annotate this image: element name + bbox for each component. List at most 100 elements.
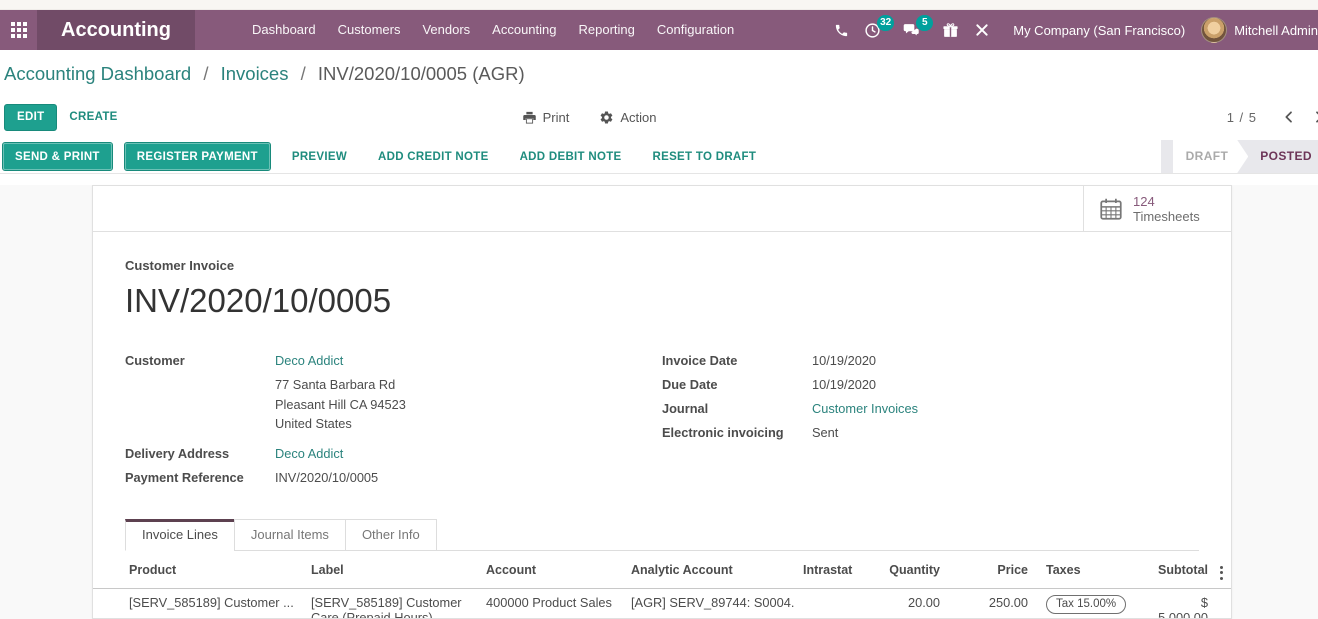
payment-reference-value: INV/2020/10/0005	[275, 466, 378, 490]
column-header-analytic-account[interactable]: Analytic Account	[623, 551, 795, 589]
app-name-accounting[interactable]: Accounting	[37, 10, 195, 50]
register-payment-button[interactable]: REGISTER PAYMENT	[125, 143, 270, 170]
apps-menu-button[interactable]	[0, 10, 37, 50]
tab-invoice-lines[interactable]: Invoice Lines	[125, 519, 235, 551]
menu-dashboard[interactable]: Dashboard	[241, 10, 327, 50]
add-credit-note-button[interactable]: ADD CREDIT NOTE	[369, 143, 498, 170]
company-switcher[interactable]: My Company (San Francisco)	[1013, 23, 1185, 38]
control-panel: Accounting Dashboard / Invoices / INV/20…	[0, 50, 1318, 140]
calendar-icon	[1098, 196, 1124, 222]
timesheets-stat-button[interactable]: 124 Timesheets	[1083, 186, 1231, 231]
gift-icon[interactable]	[942, 22, 959, 39]
delivery-address-label: Delivery Address	[125, 442, 275, 466]
send-and-print-button[interactable]: SEND & PRINT	[3, 143, 112, 170]
payment-reference-label: Payment Reference	[125, 466, 275, 490]
cell-quantity: 20.00	[870, 588, 948, 619]
invoice-line-row[interactable]: [SERV_585189] Customer ... [SERV_585189]…	[93, 588, 1232, 619]
invoice-sheet: 124 Timesheets Customer Invoice INV/2020…	[92, 185, 1232, 619]
form-view-background: 124 Timesheets Customer Invoice INV/2020…	[0, 185, 1318, 619]
tab-other-info[interactable]: Other Info	[345, 519, 437, 551]
customer-address-line: United States	[275, 414, 406, 434]
menu-vendors[interactable]: Vendors	[411, 10, 481, 50]
document-type-label: Customer Invoice	[125, 258, 1199, 273]
reset-to-draft-button[interactable]: RESET TO DRAFT	[644, 143, 766, 170]
breadcrumb: Accounting Dashboard / Invoices / INV/20…	[0, 50, 1318, 94]
breadcrumb-accounting-dashboard[interactable]: Accounting Dashboard	[4, 63, 191, 84]
add-debit-note-button[interactable]: ADD DEBIT NOTE	[511, 143, 631, 170]
column-header-product[interactable]: Product	[93, 551, 303, 589]
voip-phone-icon[interactable]	[834, 23, 849, 38]
print-button[interactable]: Print	[522, 110, 570, 125]
breadcrumb-current: INV/2020/10/0005 (AGR)	[318, 63, 525, 84]
pager: 1 / 5	[1227, 109, 1318, 125]
cell-product: [SERV_585189] Customer ...	[93, 588, 303, 619]
apps-grid-icon	[11, 22, 27, 38]
edit-button[interactable]: EDIT	[4, 104, 57, 131]
invoice-lines-table: Product Label Account Analytic Account I…	[93, 551, 1231, 619]
invoice-date-value: 10/19/2020	[812, 349, 876, 373]
sheet-body: Customer Invoice INV/2020/10/0005 Custom…	[93, 232, 1231, 619]
field-groups: Customer Deco Addict 77 Santa Barbara Rd…	[125, 349, 1199, 490]
field-group-right: Invoice Date 10/19/2020 Due Date 10/19/2…	[662, 349, 1199, 490]
preview-button[interactable]: PREVIEW	[283, 143, 356, 170]
user-menu[interactable]: Mitchell Admin	[1234, 23, 1318, 38]
tab-journal-items[interactable]: Journal Items	[234, 519, 346, 551]
pager-next-icon[interactable]	[1311, 109, 1318, 125]
pager-counter: 1 / 5	[1227, 110, 1257, 125]
cell-price: 250.00	[948, 588, 1036, 619]
print-label: Print	[543, 110, 570, 125]
action-button[interactable]: Action	[599, 110, 656, 125]
cell-account: 400000 Product Sales	[478, 588, 623, 619]
tax-badge: Tax 15.00%	[1046, 595, 1126, 614]
breadcrumb-separator: /	[301, 63, 306, 84]
statusbar-buttons: SEND & PRINT REGISTER PAYMENT PREVIEW AD…	[3, 143, 765, 170]
pager-previous-icon[interactable]	[1281, 109, 1297, 125]
breadcrumb-invoices[interactable]: Invoices	[221, 63, 289, 84]
invoice-date-label: Invoice Date	[662, 349, 812, 373]
journal-link[interactable]: Customer Invoices	[812, 401, 918, 416]
activities-badge: 32	[877, 15, 894, 31]
column-header-quantity[interactable]: Quantity	[870, 551, 948, 589]
kebab-icon	[1218, 563, 1225, 582]
menu-customers[interactable]: Customers	[327, 10, 412, 50]
menu-accounting[interactable]: Accounting	[481, 10, 567, 50]
browser-top-strip	[0, 0, 1318, 10]
state-draft: DRAFT	[1173, 140, 1249, 173]
field-invoice-date: Invoice Date 10/19/2020	[662, 349, 1199, 373]
messages-chat-icon[interactable]: 5	[903, 22, 920, 39]
field-journal: Journal Customer Invoices	[662, 397, 1199, 421]
user-avatar[interactable]	[1201, 17, 1227, 43]
activities-clock-icon[interactable]: 32	[864, 22, 881, 39]
action-label: Action	[620, 110, 656, 125]
timesheets-label: Timesheets	[1133, 209, 1200, 224]
button-box: 124 Timesheets	[93, 186, 1231, 232]
customer-address-line: 77 Santa Barbara Rd	[275, 375, 406, 395]
create-button[interactable]: CREATE	[57, 104, 129, 131]
breadcrumb-separator: /	[203, 63, 208, 84]
customer-address-line: Pleasant Hill CA 94523	[275, 395, 406, 415]
due-date-value: 10/19/2020	[812, 373, 876, 397]
invoice-name-title: INV/2020/10/0005	[125, 279, 1199, 323]
menu-reporting[interactable]: Reporting	[568, 10, 646, 50]
systray: 32 5 My Company (San Francisco) Mitchell…	[834, 10, 1318, 50]
customer-label: Customer	[125, 349, 275, 434]
column-header-label[interactable]: Label	[303, 551, 478, 589]
state-posted: POSTED	[1248, 140, 1318, 173]
column-header-intrastat[interactable]: Intrastat	[795, 551, 870, 589]
column-header-taxes[interactable]: Taxes	[1036, 551, 1146, 589]
column-header-subtotal[interactable]: Subtotal	[1146, 551, 1218, 589]
electronic-invoicing-label: Electronic invoicing	[662, 421, 812, 445]
notebook-tabs: Invoice Lines Journal Items Other Info	[125, 519, 1199, 551]
optional-columns-toggle[interactable]	[1218, 551, 1232, 589]
customer-link[interactable]: Deco Addict	[275, 353, 343, 368]
journal-label: Journal	[662, 397, 812, 421]
field-due-date: Due Date 10/19/2020	[662, 373, 1199, 397]
column-header-account[interactable]: Account	[478, 551, 623, 589]
control-panel-buttons: EDIT CREATE Print Action 1 / 5	[0, 94, 1318, 140]
field-customer: Customer Deco Addict 77 Santa Barbara Rd…	[125, 349, 662, 434]
delivery-address-link[interactable]: Deco Addict	[275, 446, 343, 461]
main-menu: Dashboard Customers Vendors Accounting R…	[241, 10, 745, 50]
menu-configuration[interactable]: Configuration	[646, 10, 745, 50]
tools-icon[interactable]	[974, 22, 990, 38]
column-header-price[interactable]: Price	[948, 551, 1036, 589]
